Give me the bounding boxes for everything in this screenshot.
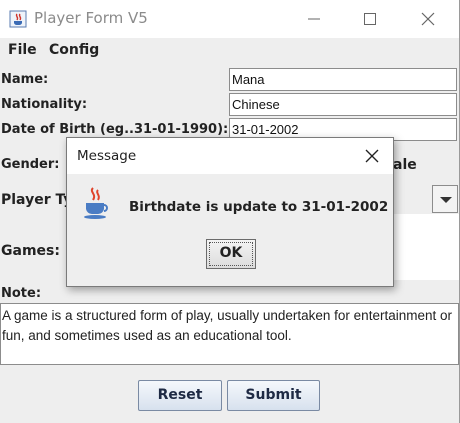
java-coffee-cup-icon <box>82 186 112 220</box>
name-field[interactable]: Mana <box>229 68 457 91</box>
dob-label: Date of Birth (eg..31-01-1990): <box>1 122 229 137</box>
submit-button[interactable]: Submit <box>227 380 320 411</box>
reset-button[interactable]: Reset <box>138 380 222 411</box>
title-bar: Player Form V5 <box>0 0 459 38</box>
note-textarea[interactable]: A game is a structured form of play, usu… <box>0 303 459 365</box>
chevron-down-icon <box>440 197 452 203</box>
dialog-title-bar: Message <box>67 138 393 174</box>
player-type-label: Player Ty <box>1 192 73 208</box>
ok-button[interactable]: OK <box>206 239 256 269</box>
menu-file[interactable]: File <box>8 42 37 58</box>
close-button[interactable] <box>405 0 451 38</box>
games-label: Games: <box>1 243 60 259</box>
java-app-icon <box>9 10 27 28</box>
nationality-field[interactable]: Chinese <box>229 93 457 116</box>
name-label: Name: <box>1 72 49 87</box>
minimize-button[interactable] <box>291 0 337 38</box>
menu-bar: File Config <box>0 38 459 64</box>
note-label: Note: <box>1 286 42 301</box>
player-type-dropdown-button[interactable] <box>432 185 458 213</box>
nationality-label: Nationality: <box>1 97 88 112</box>
dialog-message: Birthdate is update to 31-01-2002 <box>129 199 389 215</box>
message-dialog: Message Birthdate is update to 31-01-200… <box>66 137 394 287</box>
menu-config[interactable]: Config <box>49 42 99 58</box>
ok-focus-ring <box>209 242 253 266</box>
minimize-icon <box>308 18 320 20</box>
dialog-title: Message <box>77 148 137 164</box>
maximize-icon <box>364 13 376 25</box>
maximize-button[interactable] <box>347 0 393 38</box>
dialog-close-button[interactable] <box>359 144 385 168</box>
close-icon <box>421 12 435 26</box>
gender-label: Gender: <box>1 157 60 172</box>
gender-female-option-label[interactable]: ale <box>393 157 417 173</box>
window-title: Player Form V5 <box>34 9 148 27</box>
close-icon <box>365 149 379 163</box>
